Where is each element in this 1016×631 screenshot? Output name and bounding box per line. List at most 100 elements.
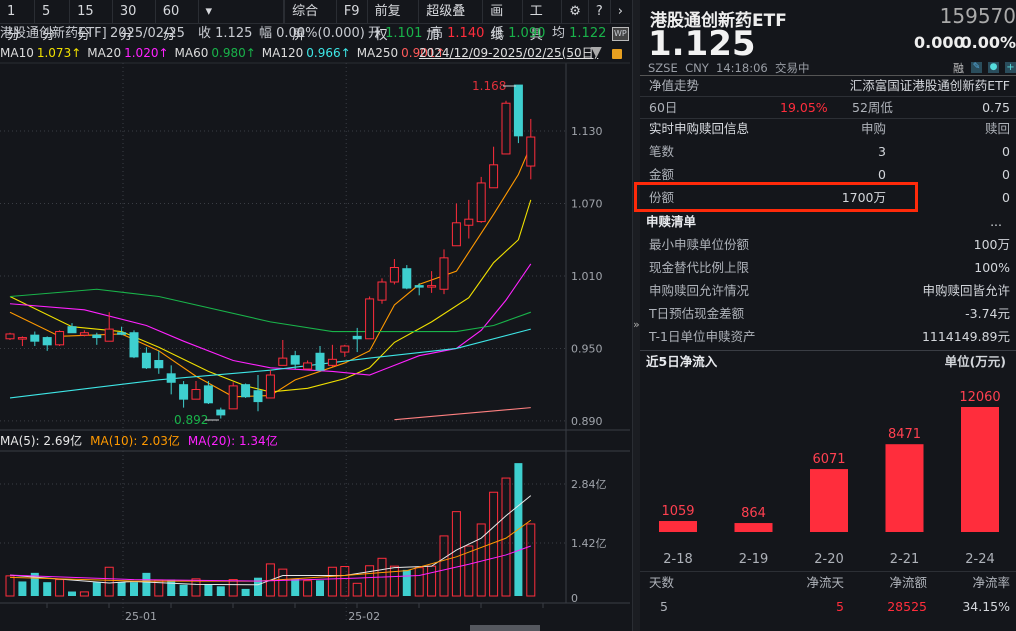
volume-bar (352, 582, 362, 597)
edit-icon[interactable]: ✎ (971, 62, 982, 73)
list-label: T-1日单位申赎资产 (649, 329, 756, 344)
inflow-value-label: 864 (741, 506, 766, 521)
ma-line-ma20 (9, 263, 532, 376)
volume-ma-label: MA(5): 2.69亿 (0, 434, 83, 448)
td-net-rate: 34.15% (962, 599, 1010, 614)
volume-bar (117, 582, 126, 596)
add-icon[interactable]: + (1005, 62, 1016, 73)
list-label: 最小申赎单位份额 (649, 237, 750, 252)
volume-bar (402, 569, 411, 596)
inflow-value-label: 12060 (959, 390, 1000, 405)
ma-line-ma250 (394, 407, 531, 421)
candle-body (179, 384, 189, 400)
volume-bar (451, 511, 461, 597)
td-net-amount: 28525 (887, 599, 927, 614)
candle-body (389, 267, 399, 283)
candle-body (203, 385, 213, 404)
period-return: 19.05% (780, 100, 828, 115)
inflow-date-label: 2-20 (814, 552, 844, 567)
nav-trend-row[interactable]: 净值走势 汇添富国证港股通创新药ETF (640, 74, 1016, 97)
list-header: 申赎清单 ... (640, 210, 1016, 233)
volume-bar (303, 580, 313, 597)
volume-bar (43, 582, 52, 596)
candle-body (104, 328, 114, 342)
price-tick-label: 1.130 (571, 125, 603, 138)
row-label: 笔数 (649, 144, 675, 159)
candle-body (129, 332, 139, 358)
inflow-value-label: 8471 (888, 427, 921, 442)
volume-bar (167, 579, 176, 596)
candle-body (414, 285, 424, 288)
volume-ma-label: MA(10): 2.03亿 (90, 434, 180, 448)
max-price-label: 1.168 (472, 79, 506, 93)
volume-bar (92, 582, 101, 596)
quote-time: 14:18:06 (716, 61, 768, 75)
volume-bar (204, 584, 213, 596)
list-label: 现金替代比例上限 (649, 260, 750, 275)
low52-label: 52周低 (852, 100, 893, 115)
volume-bar (389, 565, 399, 597)
th-net-rate: 净流率 (972, 575, 1010, 590)
list-row: 最小申赎单位份额 100万 (640, 233, 1016, 256)
more-button[interactable]: ... (990, 210, 1002, 233)
list-label: T日预估现金差额 (649, 306, 745, 321)
volume-legend: MA(5): 2.69亿 MA(10): 2.03亿 MA(20): 1.34亿 (0, 432, 286, 449)
inflow-value-label: 6071 (812, 452, 845, 467)
candle-body (476, 182, 486, 223)
candle-body (241, 384, 251, 398)
candle-body (464, 218, 474, 226)
inflow-date-label: 2-19 (739, 552, 769, 567)
inflow-date-label: 2-18 (663, 552, 693, 567)
candle-body (216, 409, 226, 416)
ma-line-ma5 (9, 145, 532, 398)
candle-body (489, 164, 499, 189)
price-volume-chart[interactable]: 1.130 1.070 1.010 0.950 0.890 2.84亿 1.42亿 0 25-0… (0, 0, 630, 631)
period-label: 60日 (649, 100, 678, 115)
inflow-value-label: 1059 (661, 504, 694, 519)
flow-table-row: 5 5 28525 34.15% (640, 595, 1016, 618)
price-tick-label: 0.890 (571, 415, 603, 428)
volume-bar (216, 586, 225, 596)
volume-tick-label: 2.84亿 (571, 478, 607, 491)
volume-bar (427, 565, 437, 597)
candle-body (141, 352, 151, 369)
list-row: 现金替代比例上限 100% (640, 256, 1016, 279)
candle-body (303, 362, 313, 370)
volume-bar (241, 588, 250, 596)
exchange: SZSE (648, 61, 678, 75)
bell-icon[interactable]: ● (988, 62, 999, 73)
volume-bar (365, 565, 375, 597)
td-days: 5 (660, 599, 668, 614)
candle-body (154, 360, 164, 369)
realtime-row: 笔数 3 0 (640, 140, 1016, 163)
realtime-header: 实时申购赎回信息 申购 赎回 (640, 117, 1016, 140)
candle-body (377, 281, 387, 301)
candle-body (42, 337, 52, 346)
th-days: 天数 (649, 575, 675, 590)
volume-bar (414, 567, 424, 597)
th-net-days: 净流天 (806, 575, 844, 590)
candle-body (439, 257, 449, 290)
candle-body (117, 332, 127, 335)
trading-status: 交易中 (775, 61, 810, 75)
candle-body (340, 345, 350, 353)
volume-bar (18, 581, 27, 596)
price-tick-label: 0.950 (571, 342, 603, 355)
volume-tick-label: 1.42亿 (571, 537, 607, 550)
panel-divider[interactable]: » (632, 0, 640, 631)
candle-body (327, 358, 337, 366)
candle-body (5, 333, 15, 340)
candle-body (513, 84, 523, 137)
flow-unit: 单位(万元) (944, 354, 1006, 369)
candle-body (402, 268, 412, 289)
inflow-bar (734, 523, 773, 532)
collapse-icon[interactable]: » (633, 318, 640, 331)
inflow-date-label: 2-21 (890, 552, 920, 567)
candle-body (278, 357, 288, 366)
net-inflow-chart: 1059 2-18 864 2-19 6071 2-20 8471 2-21 12060 2-24 (659, 390, 1001, 567)
volume-bar (79, 591, 89, 597)
horizontal-scrollbar[interactable] (470, 625, 540, 631)
inflow-date-label: 2-24 (965, 552, 995, 567)
inflow-bar (961, 407, 999, 532)
candle-body (79, 332, 89, 336)
